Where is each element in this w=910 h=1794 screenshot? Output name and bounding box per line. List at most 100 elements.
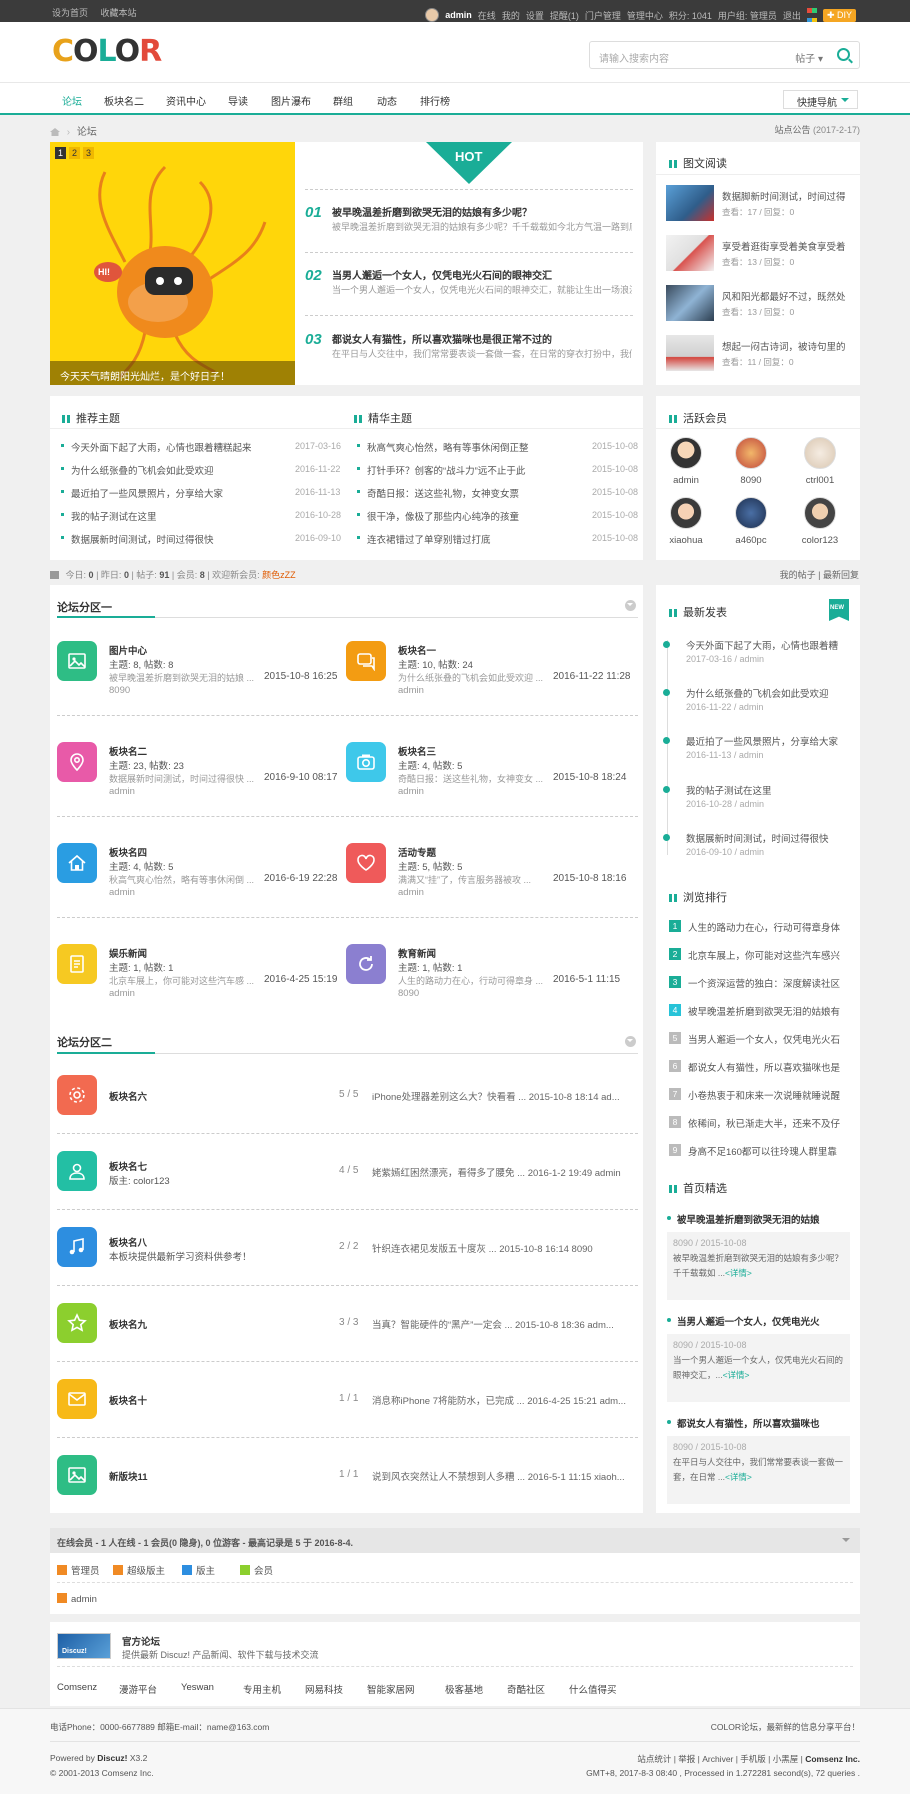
digest-item[interactable]: 很干净，像极了那些内心纯净的孩童 <box>356 509 519 523</box>
my-posts-link[interactable]: 我的帖子 <box>780 570 816 580</box>
detail-link[interactable]: <详情> <box>725 1268 752 1278</box>
portal-admin-link[interactable]: 门户管理 <box>585 9 621 22</box>
recommend-item[interactable]: 我的帖子测试在这里 <box>61 509 157 523</box>
slider-caption[interactable]: 今天天气晴朗阳光灿烂，是个好日子！ <box>50 361 295 385</box>
friend-link[interactable]: Comsenz <box>57 1682 97 1693</box>
board-name[interactable]: 板块名七 <box>109 1159 147 1173</box>
board-last-post[interactable]: 奇酷日报：送这些礼物，女神变女 ... <box>398 772 548 785</box>
friend-link[interactable]: 漫游平台 <box>119 1682 157 1696</box>
hot-item-title[interactable]: 当男人邂逅一个女人，仅凭电光火石间的眼神交汇 <box>332 267 552 282</box>
board-last-post[interactable]: 满满又“挂”了，传言服务器被攻 ... <box>398 873 548 886</box>
board-last-user[interactable]: admin <box>109 786 135 797</box>
latest-reply-link[interactable]: 最新回复 <box>823 570 859 580</box>
member-avatar[interactable]: color123 <box>790 497 850 546</box>
pic-read-item[interactable]: 数据脚新时间测试，时间过得 查看：17 / 回复：0 <box>666 185 856 225</box>
hot-item-title[interactable]: 都说女人有猫性，所以喜欢猫咪也是很正常不过的 <box>332 331 552 346</box>
search-icon[interactable] <box>837 48 850 61</box>
pic-read-item[interactable]: 享受着逛街享受着美食享受着 查看：13 / 回复：0 <box>666 235 856 275</box>
document-icon[interactable] <box>57 944 97 984</box>
board-last-user[interactable]: 8090 <box>398 988 419 999</box>
recommend-item[interactable]: 今天外面下起了大雨，心情也跟着糟糕起来 <box>61 440 252 454</box>
site-notice[interactable]: 站点公告 (2017-2-17) <box>774 123 860 136</box>
home-icon[interactable] <box>57 843 97 883</box>
online-user[interactable]: admin <box>57 1593 97 1605</box>
board-name[interactable]: 板块名八 <box>109 1235 147 1249</box>
home-icon[interactable] <box>50 128 60 136</box>
friend-link[interactable]: 奇酷社区 <box>507 1682 545 1696</box>
nav-item-guide[interactable]: 导读 <box>228 93 248 108</box>
heart-icon[interactable] <box>346 843 386 883</box>
ranking-title-text[interactable]: 北京车展上，你可能对这些汽车感兴 <box>688 948 856 962</box>
nav-item-feed[interactable]: 动态 <box>377 93 397 108</box>
location-icon[interactable] <box>57 742 97 782</box>
board-last-post[interactable]: 北京车展上，你可能对这些汽车感 ... <box>109 974 259 987</box>
board-last-user[interactable]: admin <box>109 887 135 898</box>
detail-link[interactable]: <详情> <box>725 1472 752 1482</box>
usergroup-menu[interactable]: 用户组: 管理员 <box>718 9 777 22</box>
collapse-icon[interactable] <box>625 1036 636 1047</box>
member-avatar[interactable]: 8090 <box>721 437 781 486</box>
thumbnail-image[interactable] <box>666 335 714 371</box>
board-name[interactable]: 板块名二 <box>109 744 147 758</box>
ranking-title-text[interactable]: 当男人邂逅一个女人，仅凭电光火石 <box>688 1032 856 1046</box>
member-avatar[interactable]: xiaohua <box>656 497 716 546</box>
board-last-user[interactable]: admin <box>398 786 424 797</box>
site-logo[interactable]: COLOR <box>52 37 162 67</box>
ranking-title-text[interactable]: 人生的路动力在心，行动可得章身体 <box>688 920 856 934</box>
points-menu[interactable]: 积分: 1041 <box>669 9 712 22</box>
board-last-post[interactable]: 为什么纸张叠的飞机会如此受欢迎 ... <box>398 671 548 684</box>
board-last-user[interactable]: admin <box>398 685 424 696</box>
star-icon[interactable] <box>57 1303 97 1343</box>
logout-link[interactable]: 退出 <box>783 9 801 22</box>
board-name[interactable]: 娱乐新闻 <box>109 946 147 960</box>
board-last-user[interactable]: admin <box>398 887 424 898</box>
bookmark-link[interactable]: 收藏本站 <box>101 8 137 18</box>
ranking-title-text[interactable]: 一个资深运营的独白：深度解读社区 <box>688 976 856 990</box>
collapse-icon[interactable] <box>625 600 636 611</box>
board-name[interactable]: 板块名一 <box>398 643 436 657</box>
mail-icon[interactable] <box>57 1379 97 1419</box>
image-icon[interactable] <box>57 641 97 681</box>
ranking-title-text[interactable]: 身高不足160都可以往玲瑰人群里靠 <box>688 1144 856 1158</box>
board-name[interactable]: 活动专题 <box>398 845 436 859</box>
hot-item-title[interactable]: 被早晚温差折磨到欲哭无泪的姑娘有多少呢？ <box>332 204 532 219</box>
board-last-post[interactable]: iPhone处理器差别这么大？快看看 ... 2015-10-8 18:14 a… <box>372 1089 627 1103</box>
refresh-icon[interactable] <box>346 944 386 984</box>
gear-icon[interactable] <box>57 1075 97 1115</box>
board-last-post[interactable]: 消息称iPhone 7将能防水，已完成 ... 2016-4-25 15:21 … <box>372 1393 627 1407</box>
nav-item-groups[interactable]: 群组 <box>333 93 353 108</box>
breadcrumb-current[interactable]: 论坛 <box>77 127 97 138</box>
nav-item-forum[interactable]: 论坛 <box>58 93 86 115</box>
nav-item-ranking[interactable]: 排行榜 <box>420 93 450 108</box>
pic-read-item[interactable]: 风和阳光都最好不过，既然处 查看：13 / 回复：0 <box>666 285 856 325</box>
search-type-select[interactable]: 帖子 ▾ <box>795 50 823 65</box>
board-last-post[interactable]: 针织连衣裙见发版五十度灰 ... 2015-10-8 16:14 8090 <box>372 1241 627 1255</box>
ranking-title-text[interactable]: 被早晚温差折磨到欲哭无泪的姑娘有 <box>688 1004 856 1018</box>
recommend-item[interactable]: 为什么纸张叠的飞机会如此受欢迎 <box>61 463 214 477</box>
recommend-item[interactable]: 最近拍了一些风景照片，分享给大家 <box>60 486 223 500</box>
online-members-bar[interactable]: 在线会员 - 1 人在线 - 1 会员(0 隐身), 0 位游客 - 最高记录是… <box>50 1528 860 1553</box>
friend-link[interactable]: Yeswan <box>181 1682 214 1693</box>
board-last-user[interactable]: admin <box>109 988 135 999</box>
digest-item[interactable]: 奇酷日报：送这些礼物，女神变女票 <box>356 486 519 500</box>
forum1-title[interactable]: 论坛分区一 <box>57 599 112 615</box>
users-icon[interactable] <box>57 1151 97 1191</box>
board-last-post[interactable]: 数据展新时间测试，时间过得很快 ... <box>109 772 259 785</box>
camera-icon[interactable] <box>346 742 386 782</box>
member-avatar[interactable]: ctrl001 <box>790 437 850 486</box>
board-name[interactable]: 图片中心 <box>109 643 147 657</box>
thumbnail-image[interactable] <box>666 285 714 321</box>
board-last-user[interactable]: 8090 <box>109 685 130 696</box>
newest-member-link[interactable]: 颜色zZZ <box>262 570 296 580</box>
chat-icon[interactable] <box>346 641 386 681</box>
board-name[interactable]: 板块名九 <box>109 1317 147 1331</box>
reminder-link[interactable]: 提醒(1) <box>550 9 579 22</box>
quick-nav-button[interactable]: 快捷导航 <box>783 90 858 109</box>
member-avatar[interactable]: a460pc <box>721 497 781 546</box>
ranking-title-text[interactable]: 小卷热衷于和床来一次说睡就睡说醒 <box>688 1088 856 1102</box>
ranking-title-text[interactable]: 都说女人有猫性，所以喜欢猫咪也是 <box>688 1060 856 1074</box>
pic-read-item[interactable]: 想起一闷古诗词，被诗句里的 查看：11 / 回复：0 <box>666 335 856 375</box>
member-avatar[interactable]: admin <box>656 437 716 486</box>
nav-item-waterfall[interactable]: 图片瀑布 <box>271 93 311 108</box>
comsenz-link[interactable]: Comsenz Inc. <box>805 1754 860 1764</box>
